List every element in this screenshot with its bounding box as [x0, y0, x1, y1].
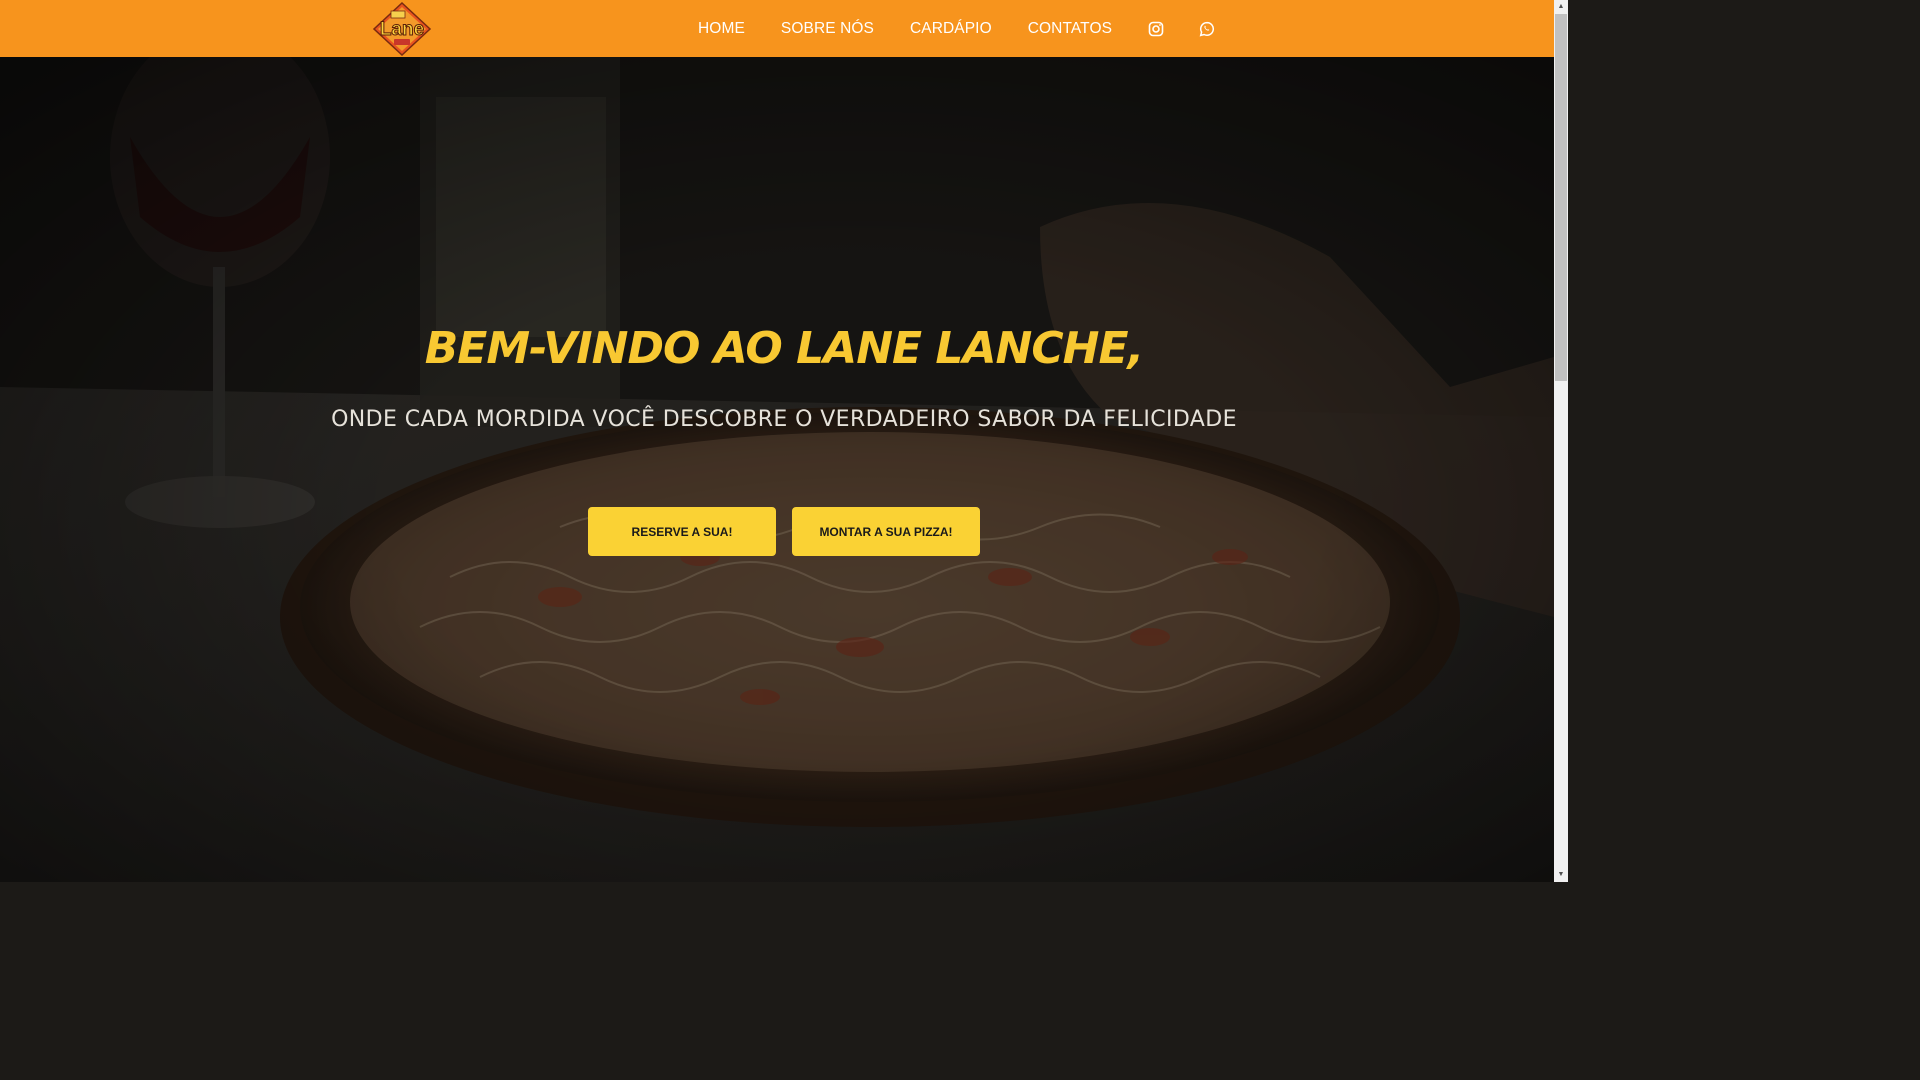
build-pizza-button[interactable]: MONTAR A SUA PIZZA!	[792, 507, 980, 556]
scroll-down-arrow-icon[interactable]: ▼	[1555, 868, 1567, 882]
hero-subtitle: onde cada mordida você descobre o verdad…	[331, 407, 1237, 432]
nav-home[interactable]: HOME	[698, 20, 745, 38]
nav-cardapio[interactable]: CARDÁPIO	[910, 20, 992, 38]
hero-background-image	[0, 57, 1554, 882]
scrollbar-thumb[interactable]	[1555, 14, 1567, 381]
logo-text: Lane	[380, 19, 424, 40]
hero-section: Bem-vindo ao Lane Lanche, onde cada mord…	[0, 57, 1554, 882]
nav-sobre-nos[interactable]: SOBRE NÓS	[781, 20, 874, 38]
page: Lane HOME SOBRE NÓS CARDÁPIO CONTATOS BE…	[0, 0, 1568, 882]
instagram-icon[interactable]	[1148, 21, 1164, 37]
logo[interactable]: Lane	[372, 1, 432, 57]
whatsapp-icon[interactable]	[1199, 21, 1215, 37]
nav-contatos[interactable]: CONTATOS	[1028, 20, 1112, 38]
reserve-button[interactable]: RESERVE A SUA!	[588, 507, 776, 556]
scroll-up-arrow-icon[interactable]: ▲	[1555, 0, 1567, 14]
hero-title: Bem-vindo ao Lane Lanche,	[424, 323, 1144, 374]
navbar: Lane HOME SOBRE NÓS CARDÁPIO CONTATOS	[0, 0, 1554, 57]
main-nav: HOME SOBRE NÓS CARDÁPIO CONTATOS	[680, 0, 1232, 57]
